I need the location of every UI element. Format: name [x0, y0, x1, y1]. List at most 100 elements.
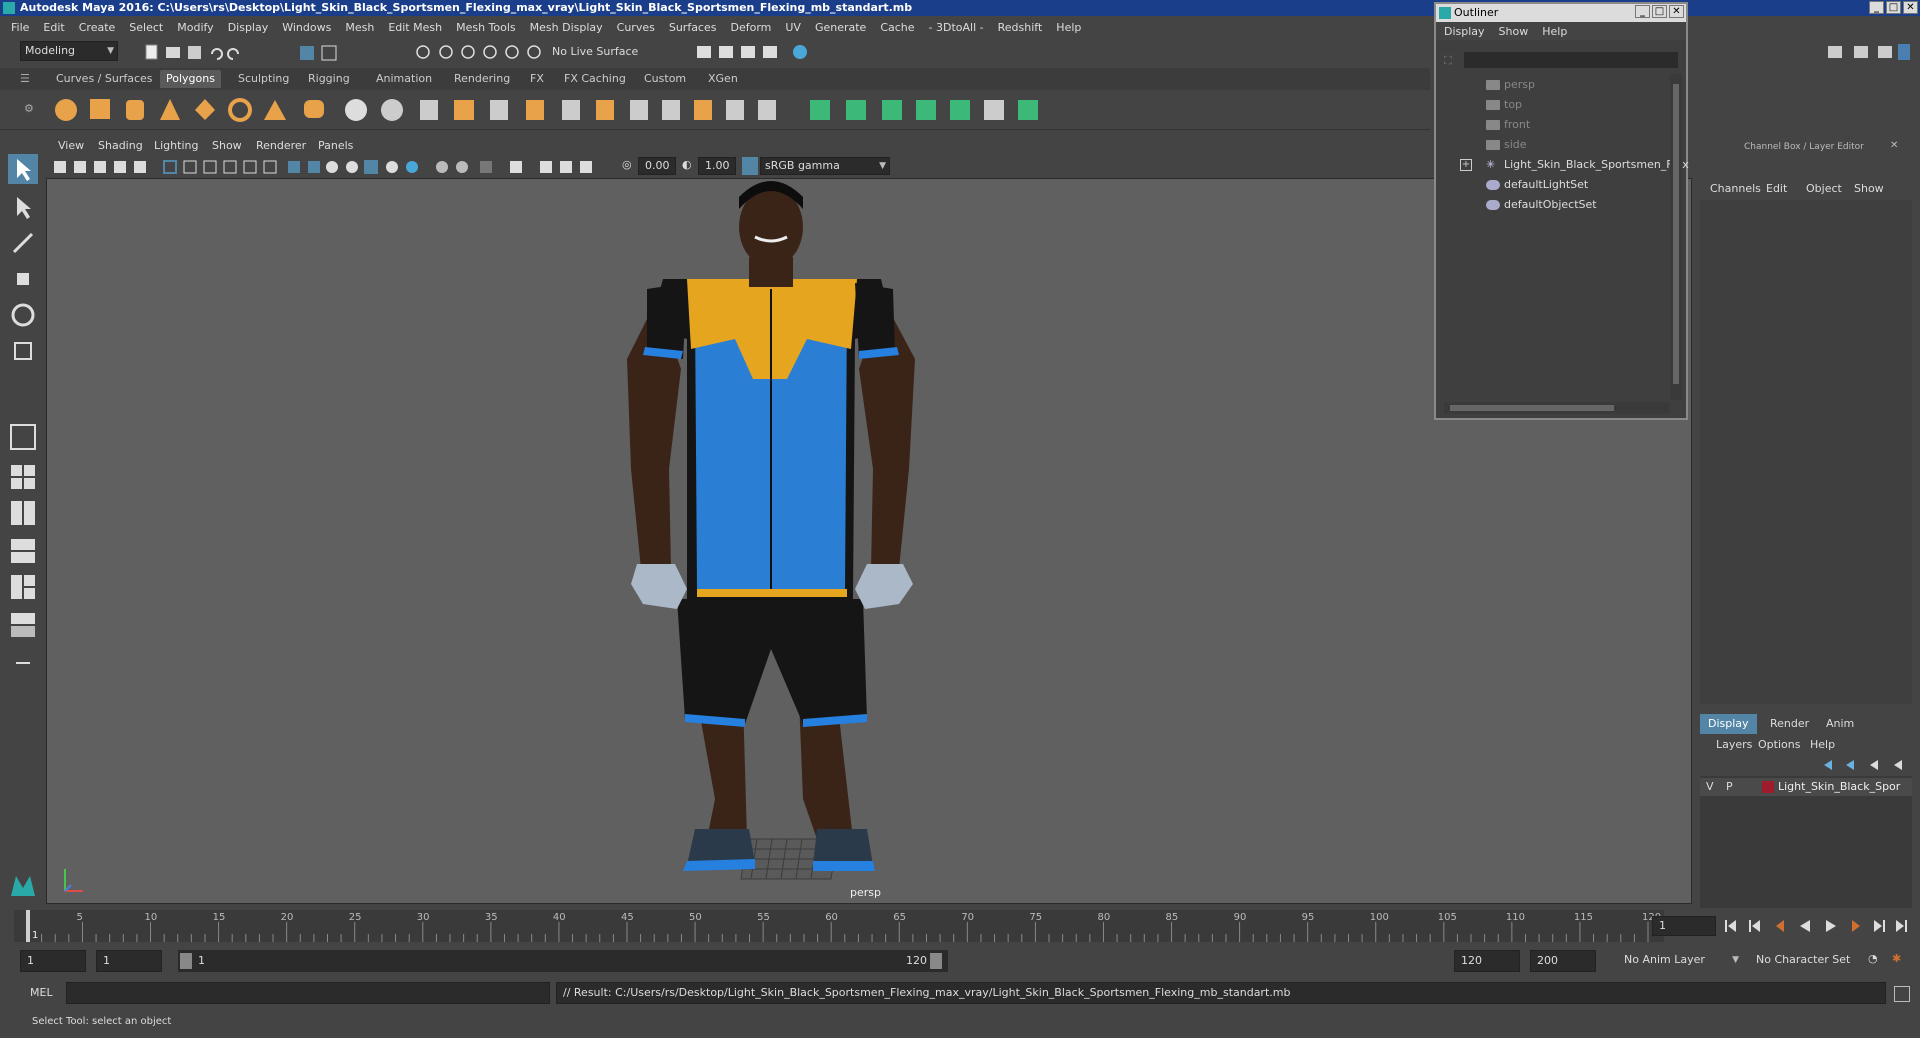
expand-icon[interactable]: +	[1460, 159, 1472, 171]
menu-3[interactable]: Select	[122, 21, 170, 34]
channelbox-menu-1[interactable]: Edit	[1766, 182, 1787, 195]
animation-end-field[interactable]: 200	[1530, 950, 1596, 972]
snap-tools-icons[interactable]	[410, 42, 550, 62]
layout-three-icon[interactable]	[8, 572, 38, 602]
menu-8[interactable]: Edit Mesh	[381, 21, 449, 34]
menu-12[interactable]: Surfaces	[662, 21, 724, 34]
time-slider[interactable]: 5 10 15 20 25 30 35 40 45 50 55 60 65 70 75 80 85 90 95 100…	[0, 908, 1920, 946]
filter-icon[interactable]: ⛶	[1444, 54, 1458, 68]
menu-7[interactable]: Mesh	[338, 21, 381, 34]
viewport-tool-icons[interactable]	[52, 158, 612, 176]
menu-16[interactable]: Cache	[873, 21, 921, 34]
shelf-tab-1[interactable]: Polygons	[160, 70, 221, 88]
collapse-icon[interactable]	[8, 648, 38, 678]
lasso-tool-icon[interactable]	[8, 192, 38, 222]
menu-15[interactable]: Generate	[808, 21, 873, 34]
current-frame-field[interactable]: 1	[1652, 916, 1716, 936]
viewport-menu-3[interactable]: Show	[212, 139, 242, 152]
range-slider-end-handle[interactable]	[930, 953, 942, 969]
shelf-tab-9[interactable]: XGen	[702, 70, 744, 88]
channelbox-menu-3[interactable]: Show	[1854, 182, 1884, 195]
layer-color-swatch[interactable]	[1762, 781, 1774, 793]
render-tools-icons[interactable]	[692, 42, 832, 62]
menu-2[interactable]: Create	[72, 21, 123, 34]
scale-tool-icon[interactable]	[8, 336, 38, 366]
viewport-menu-5[interactable]: Panels	[318, 139, 353, 152]
layer-tab-2[interactable]: Anim	[1818, 714, 1862, 734]
range-slider[interactable]: 1 120	[178, 950, 948, 972]
menu-0[interactable]: File	[4, 21, 36, 34]
layout-two-stacked-icon[interactable]	[8, 536, 38, 566]
range-slider-start-handle[interactable]	[180, 953, 192, 969]
shelf-tab-2[interactable]: Sculpting	[232, 70, 295, 88]
shelf-tab-8[interactable]: Custom	[638, 70, 692, 88]
outliner-item[interactable]: side	[1486, 136, 1527, 154]
menu-17[interactable]: - 3DtoAll -	[922, 21, 991, 34]
menu-11[interactable]: Curves	[610, 21, 662, 34]
command-language-label[interactable]: MEL	[30, 986, 53, 999]
file-tools-icons[interactable]	[140, 42, 380, 62]
command-input[interactable]	[66, 982, 550, 1004]
anim-layer-dropdown[interactable]: No Anim Layer ▼	[1620, 950, 1742, 972]
outliner-minimize-button[interactable]: _	[1635, 5, 1650, 18]
playback-controls[interactable]	[1722, 916, 1912, 936]
layer-menu-1[interactable]: Options	[1758, 738, 1800, 751]
layer-tools-icons[interactable]	[1822, 758, 1912, 772]
outliner-vertical-scrollbar[interactable]	[1670, 74, 1682, 400]
shelf-tab-7[interactable]: FX Caching	[558, 70, 632, 88]
panel-toggle-icons[interactable]	[1820, 42, 1910, 62]
layout-outliner-icon[interactable]	[8, 610, 38, 640]
layer-row[interactable]: V P Light_Skin_Black_Spor	[1700, 778, 1912, 796]
playback-start-field[interactable]: 1	[96, 950, 162, 972]
animation-start-field[interactable]: 1	[20, 950, 86, 972]
channelbox-menu-2[interactable]: Object	[1806, 182, 1842, 195]
shelf-tab-0[interactable]: Curves / Surfaces	[50, 70, 159, 88]
menu-18[interactable]: Redshift	[991, 21, 1050, 34]
outliner-item[interactable]: persp	[1486, 76, 1535, 94]
outliner-maximize-button[interactable]: □	[1652, 5, 1667, 18]
exposure-field[interactable]: 0.00	[638, 157, 676, 175]
outliner-close-button[interactable]: ✕	[1669, 5, 1684, 18]
shelf-tab-3[interactable]: Rigging	[302, 70, 356, 88]
outliner-menu-1[interactable]: Show	[1499, 25, 1529, 38]
character-set-dropdown[interactable]: No Character Set	[1752, 950, 1868, 972]
viewport-menu-1[interactable]: Shading	[98, 139, 143, 152]
outliner-item[interactable]: front	[1486, 116, 1530, 134]
shelf-gear-icon[interactable]: ⚙	[24, 102, 34, 118]
close-button[interactable]: ✕	[1903, 1, 1918, 14]
paint-select-tool-icon[interactable]	[8, 228, 38, 258]
maximize-button[interactable]: □	[1886, 1, 1901, 14]
layer-tab-0[interactable]: Display	[1700, 714, 1757, 734]
outliner-menu-0[interactable]: Display	[1444, 25, 1485, 38]
outliner-item[interactable]: ✳ Light_Skin_Black_Sportsmen_Flex	[1486, 156, 1689, 174]
rotate-tool-icon[interactable]	[8, 300, 38, 330]
menu-9[interactable]: Mesh Tools	[449, 21, 523, 34]
script-editor-icon[interactable]	[1894, 986, 1910, 1002]
viewport-menu-0[interactable]: View	[58, 139, 84, 152]
layer-menu-2[interactable]: Help	[1810, 738, 1835, 751]
layout-four-icon[interactable]	[8, 462, 38, 492]
move-tool-icon[interactable]	[8, 264, 38, 294]
layout-single-icon[interactable]	[8, 422, 38, 452]
layer-tab-1[interactable]: Render	[1762, 714, 1817, 734]
color-management-icon[interactable]	[742, 157, 758, 175]
viewport-menu-4[interactable]: Renderer	[256, 139, 306, 152]
outliner-item[interactable]: defaultLightSet	[1486, 176, 1588, 194]
select-tool-icon[interactable]	[8, 154, 38, 184]
layer-playback-toggle[interactable]: P	[1726, 780, 1733, 793]
outliner-horizontal-scrollbar[interactable]	[1444, 402, 1670, 414]
channelbox-menu-0[interactable]: Channels	[1710, 182, 1761, 195]
shelf-icons[interactable]	[50, 96, 1130, 124]
menu-6[interactable]: Windows	[275, 21, 338, 34]
outliner-menu-2[interactable]: Help	[1542, 25, 1567, 38]
shelf-menu-icon[interactable]: ☰	[20, 72, 34, 86]
auto-key-icon[interactable]: ◔	[1868, 952, 1884, 968]
gamma-field[interactable]: 1.00	[698, 157, 736, 175]
viewport-menu-2[interactable]: Lighting	[154, 139, 198, 152]
menu-4[interactable]: Modify	[170, 21, 220, 34]
layer-menu-0[interactable]: Layers	[1716, 738, 1752, 751]
outliner-item[interactable]: top	[1486, 96, 1522, 114]
layer-visibility-toggle[interactable]: V	[1706, 780, 1714, 793]
menu-5[interactable]: Display	[221, 21, 276, 34]
shelf-tab-4[interactable]: Animation	[370, 70, 438, 88]
